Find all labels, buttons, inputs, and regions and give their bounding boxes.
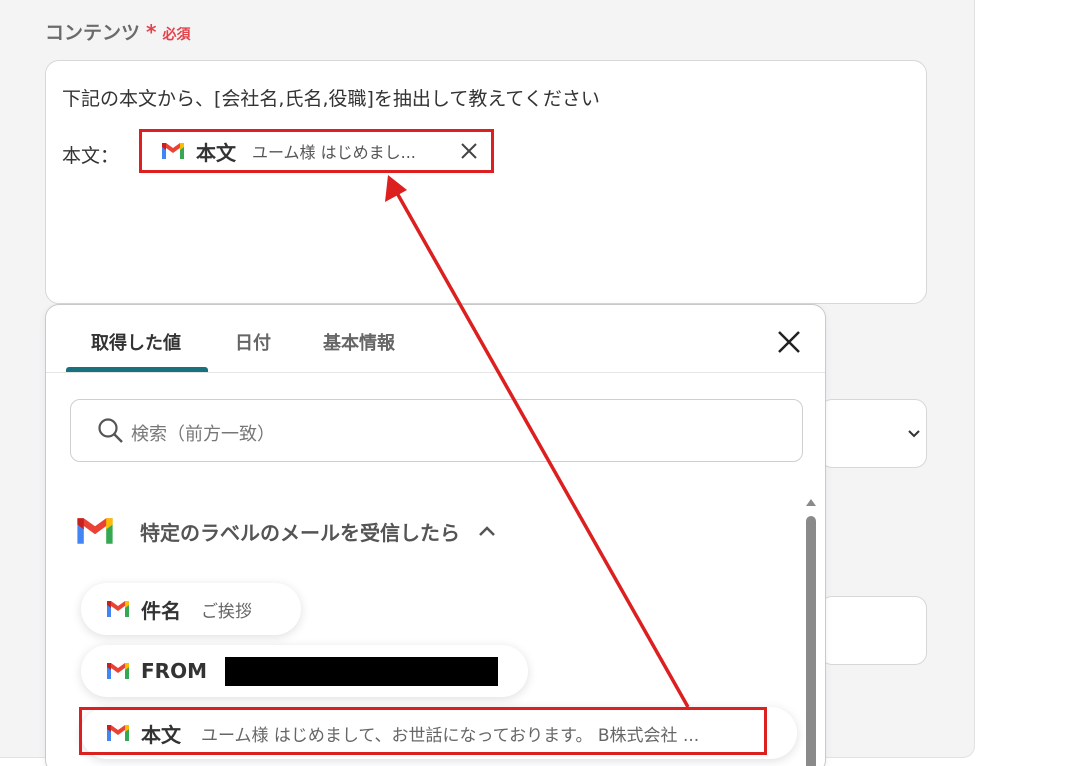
item-value: ユーム様 はじめまして、お世話になっております。 B株式会社 ... bbox=[201, 725, 700, 746]
chevron-up-icon bbox=[479, 526, 495, 536]
value-picker-popup: 取得した値 日付 基本情報 検索（前方一致） 特定のラベルのメールを受信したら … bbox=[45, 304, 826, 766]
chip-value: ユーム様 はじめまし... bbox=[252, 143, 416, 162]
gmail-icon bbox=[77, 518, 113, 544]
list-item-subject[interactable]: 件名 ご挨拶 bbox=[81, 583, 301, 635]
body-variable-chip[interactable]: 本文 ユーム様 はじめまし... bbox=[139, 129, 494, 173]
list-item-body[interactable]: 本文 ユーム様 はじめまして、お世話になっております。 B株式会社 ... bbox=[81, 707, 797, 759]
gmail-icon bbox=[162, 143, 184, 159]
trigger-section-header[interactable]: 特定のラベルのメールを受信したら bbox=[74, 515, 496, 547]
scrollbar-thumb[interactable] bbox=[806, 516, 816, 766]
search-placeholder: 検索（前方一致） bbox=[131, 424, 275, 445]
close-icon[interactable] bbox=[459, 141, 479, 161]
item-label: FROM bbox=[141, 659, 207, 683]
gmail-icon bbox=[107, 663, 129, 679]
gmail-icon bbox=[107, 725, 129, 741]
list-item-from[interactable]: FROM bbox=[81, 645, 528, 697]
item-label: 件名 bbox=[141, 598, 181, 623]
close-icon[interactable] bbox=[776, 329, 802, 355]
page: コンテンツ * 必須 下記の本文から、[会社名,氏名,役職]を抽出して教えてくだ… bbox=[0, 0, 1067, 766]
content-field-label: コンテンツ * 必須 bbox=[45, 18, 190, 45]
background-input[interactable] bbox=[820, 596, 927, 665]
required-star: * bbox=[146, 20, 157, 44]
tab-date[interactable]: 日付 bbox=[235, 329, 271, 355]
item-value: ご挨拶 bbox=[201, 601, 252, 622]
chip-label: 本文 bbox=[196, 140, 236, 165]
tab-basic-info[interactable]: 基本情報 bbox=[323, 329, 395, 355]
item-label: 本文 bbox=[141, 722, 181, 747]
scroll-up-icon[interactable] bbox=[806, 498, 816, 506]
search-input[interactable]: 検索（前方一致） bbox=[70, 399, 803, 462]
chevron-down-icon bbox=[908, 430, 920, 438]
active-tab-indicator bbox=[66, 367, 208, 372]
content-label-text: コンテンツ bbox=[45, 22, 141, 44]
content-textarea[interactable]: 下記の本文から、[会社名,氏名,役職]を抽出して教えてください 本文： 本文 ユ… bbox=[45, 60, 927, 304]
background-select[interactable] bbox=[820, 399, 927, 468]
tab-acquired-values[interactable]: 取得した値 bbox=[91, 329, 181, 355]
section-title: 特定のラベルのメールを受信したら bbox=[140, 520, 460, 545]
redacted-value bbox=[224, 656, 498, 686]
search-icon bbox=[98, 418, 123, 443]
prompt-line: 下記の本文から、[会社名,氏名,役職]を抽出して教えてください bbox=[62, 88, 600, 110]
gmail-icon bbox=[107, 601, 129, 617]
tab-bar: 取得した値 日付 基本情報 bbox=[46, 305, 825, 373]
required-text: 必須 bbox=[162, 27, 191, 43]
body-prefix: 本文： bbox=[62, 145, 120, 167]
